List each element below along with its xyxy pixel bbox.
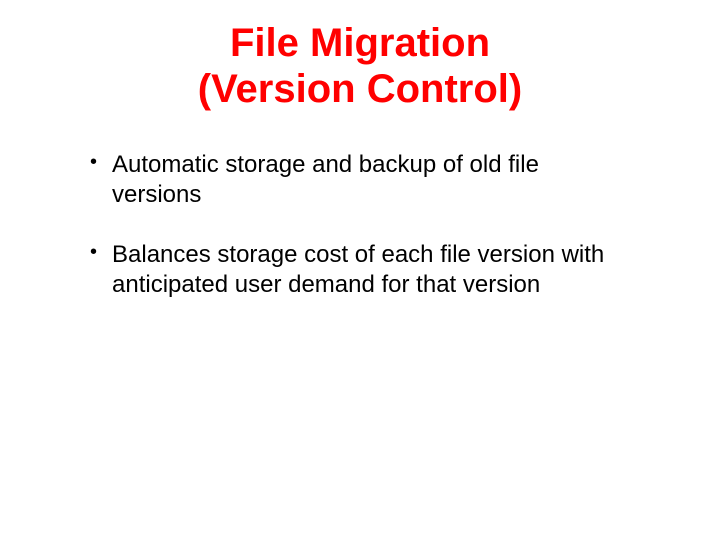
- slide-title: File Migration (Version Control): [60, 20, 660, 112]
- slide-container: File Migration (Version Control) Automat…: [0, 0, 720, 540]
- title-line-2: (Version Control): [198, 67, 522, 111]
- bullet-text: Automatic storage and backup of old file…: [112, 151, 539, 208]
- list-item: Automatic storage and backup of old file…: [90, 150, 660, 210]
- list-item: Balances storage cost of each file versi…: [90, 240, 660, 300]
- bullet-list: Automatic storage and backup of old file…: [60, 150, 660, 300]
- bullet-text: Balances storage cost of each file versi…: [112, 241, 604, 298]
- title-line-1: File Migration: [230, 21, 490, 65]
